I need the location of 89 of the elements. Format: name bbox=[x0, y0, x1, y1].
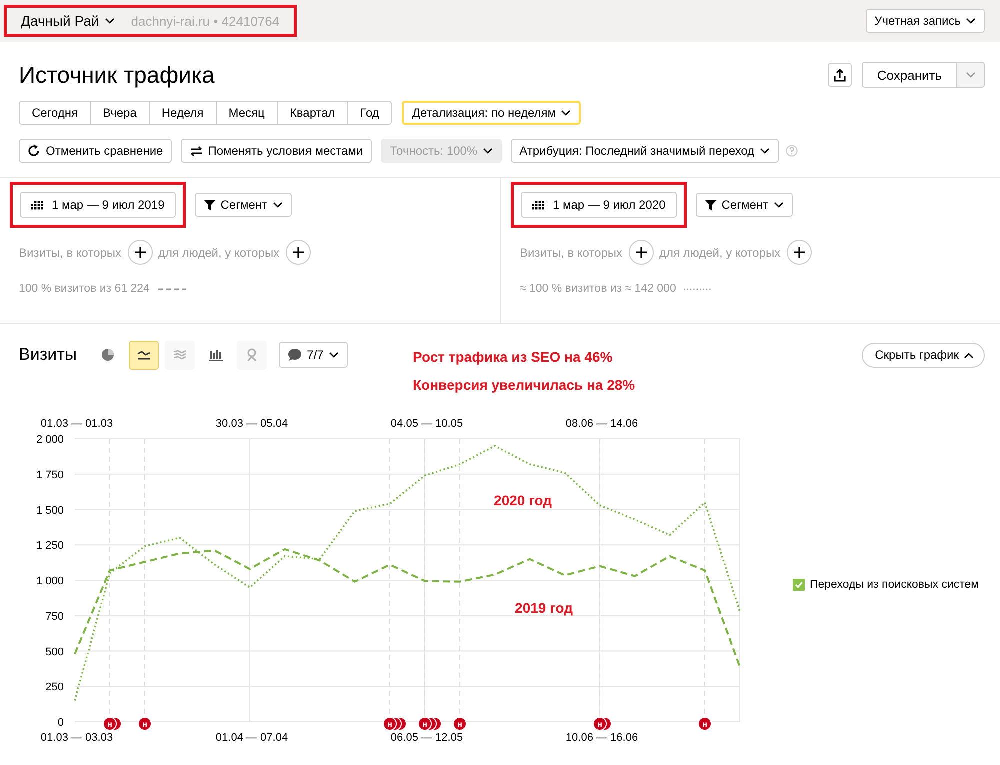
dashed-line-icon bbox=[158, 288, 186, 290]
segment-button[interactable]: Сегмент bbox=[194, 193, 292, 217]
date-range-button[interactable]: 1 мар — 9 июл 2019 bbox=[20, 192, 176, 218]
notes-button[interactable]: 7/7 bbox=[279, 342, 348, 368]
axis-tick-label: 08.06 — 14.06 bbox=[566, 418, 638, 430]
event-marker[interactable]: н bbox=[698, 717, 712, 731]
period-tab[interactable]: Месяц bbox=[216, 101, 278, 125]
axis-tick-label: 250 bbox=[46, 682, 64, 694]
period-tab[interactable]: Сегодня bbox=[19, 101, 91, 125]
chevron-icon bbox=[561, 110, 572, 116]
chevron-icon bbox=[964, 352, 974, 358]
event-marker[interactable]: н bbox=[453, 717, 467, 731]
pie-chart-icon bbox=[101, 348, 116, 362]
period-tab[interactable]: Вчера bbox=[90, 101, 150, 125]
chevron-icon bbox=[774, 202, 784, 208]
map-pin-icon bbox=[246, 348, 258, 362]
detail-dropdown[interactable]: Детализация: по неделям bbox=[402, 101, 582, 125]
plus-icon bbox=[794, 247, 805, 258]
add-condition-button[interactable] bbox=[786, 240, 812, 265]
condition-label: для людей, у которых bbox=[158, 246, 280, 260]
filter-icon bbox=[704, 200, 717, 210]
refresh-icon bbox=[28, 145, 41, 157]
chevron-icon bbox=[328, 352, 339, 358]
line-chart-icon bbox=[137, 350, 152, 360]
callout-text: Рост трафика из SEO на 46% bbox=[413, 349, 614, 365]
chevron-icon bbox=[966, 18, 976, 24]
axis-tick-label: 0 bbox=[58, 717, 64, 729]
condition-label: для людей, у которых bbox=[660, 246, 781, 260]
chevron-icon bbox=[272, 202, 283, 208]
dotted-line-icon bbox=[684, 288, 712, 290]
toolbar-button[interactable]: Поменять условия местами bbox=[181, 139, 372, 163]
dropdown-button[interactable]: Атрибуция: Последний значимый переход bbox=[510, 139, 779, 163]
axis-tick-label: 06.05 — 12.05 bbox=[390, 732, 464, 744]
area-chart-icon bbox=[173, 350, 188, 360]
bar-chart-icon bbox=[209, 348, 224, 362]
calendar-icon bbox=[532, 200, 545, 210]
chart-type-button[interactable] bbox=[129, 340, 160, 370]
comment-icon bbox=[288, 349, 302, 361]
filter-icon bbox=[204, 200, 216, 210]
axis-tick-label: 1 000 bbox=[36, 576, 64, 588]
legend-label[interactable]: Переходы из поисковых систем bbox=[810, 579, 980, 591]
period-tab[interactable]: Неделя bbox=[148, 101, 217, 125]
condition-label: Визиты, в которых bbox=[520, 246, 623, 260]
share-icon bbox=[834, 68, 846, 82]
plus-icon bbox=[134, 247, 146, 258]
period-tab[interactable]: Год bbox=[347, 101, 392, 125]
segment-button[interactable]: Сегмент bbox=[696, 193, 793, 217]
axis-tick-label: 2 000 bbox=[36, 434, 64, 446]
checkbox[interactable] bbox=[793, 579, 805, 591]
date-range-button[interactable]: 1 мар — 9 июл 2020 bbox=[521, 192, 677, 218]
axis-tick-label: 500 bbox=[46, 646, 64, 658]
axis-tick-label: 04.05 — 10.05 bbox=[390, 418, 464, 430]
axis-tick-label: 10.06 — 16.06 bbox=[566, 732, 638, 744]
sample-summary: 100 % визитов из 61 224 bbox=[19, 283, 150, 295]
chart-annotation: 2020 год bbox=[494, 492, 552, 508]
axis-tick-label: 01.03 — 03.03 bbox=[40, 732, 114, 744]
save-button[interactable]: Сохранить bbox=[862, 62, 957, 88]
axis-tick-label: 1 250 bbox=[36, 540, 64, 552]
event-marker[interactable]: н bbox=[138, 717, 152, 731]
site-address: dachnyi-rai.ru • 42410764 bbox=[131, 14, 280, 28]
axis-tick-label: 1 750 bbox=[36, 469, 64, 482]
period-tab[interactable]: Квартал bbox=[276, 101, 348, 125]
page-title: Источник трафика bbox=[19, 62, 215, 88]
plus-icon bbox=[292, 247, 304, 258]
plus-icon bbox=[636, 247, 647, 258]
axis-tick-label: 01.04 — 07.04 bbox=[216, 732, 288, 744]
callout-text: Конверсия увеличилась на 28% bbox=[413, 377, 636, 393]
chevron-icon bbox=[966, 72, 976, 78]
section-title: Визиты bbox=[19, 345, 78, 365]
axis-tick-label: 01.03 — 01.03 bbox=[40, 418, 114, 430]
chevron-icon bbox=[482, 148, 493, 154]
swap-icon bbox=[190, 146, 204, 156]
chevron-icon bbox=[105, 18, 116, 24]
add-condition-button[interactable] bbox=[628, 240, 654, 265]
site-name[interactable]: Дачный Рай bbox=[21, 13, 100, 29]
add-condition-button[interactable] bbox=[128, 240, 153, 265]
axis-tick-label: 750 bbox=[46, 610, 64, 623]
share-button[interactable] bbox=[828, 63, 852, 87]
chart-annotation: 2019 год bbox=[515, 600, 573, 616]
calendar-icon bbox=[31, 200, 44, 210]
condition-label: Визиты, в которых bbox=[19, 246, 122, 260]
axis-tick-label: 1 500 bbox=[36, 504, 64, 517]
sample-summary: ≈ 100 % визитов из ≈ 142 000 bbox=[520, 283, 676, 295]
chevron-icon bbox=[760, 148, 770, 154]
add-condition-button[interactable] bbox=[286, 240, 311, 265]
axis-tick-label: 30.03 — 05.04 bbox=[216, 418, 288, 430]
hide-chart-button[interactable]: Скрыть график bbox=[862, 342, 985, 368]
toolbar-button[interactable]: Отменить сравнение bbox=[19, 139, 172, 163]
account-button[interactable]: Учетная запись bbox=[866, 9, 985, 33]
